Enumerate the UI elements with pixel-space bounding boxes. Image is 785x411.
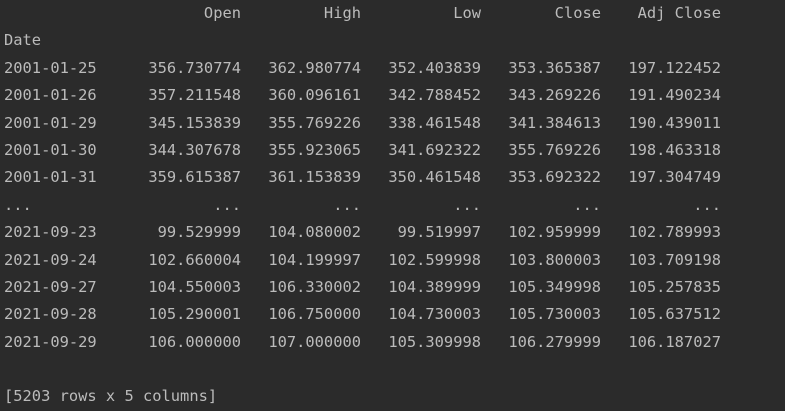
table-row: 2001-01-31 359.615387 361.153839 350.461548… bbox=[4, 164, 785, 191]
row-value: 355.923065 bbox=[268, 140, 361, 159]
row-date: 2001-01-29 bbox=[4, 113, 97, 132]
row-value: 105.309998 bbox=[388, 332, 481, 351]
row-value: 355.769226 bbox=[508, 140, 601, 159]
row-date: 2001-01-26 bbox=[4, 86, 97, 105]
row-value: 197.122452 bbox=[628, 58, 721, 77]
table-summary: [5203 rows x 5 columns] bbox=[4, 387, 218, 406]
row-value: 343.269226 bbox=[508, 86, 601, 105]
table-row: 2021-09-24 102.660004 104.199997 102.599998… bbox=[4, 247, 785, 274]
row-value: 103.800003 bbox=[508, 250, 601, 269]
row-value: 104.389999 bbox=[388, 277, 481, 296]
row-value: 102.599998 bbox=[388, 250, 481, 269]
row-value: 106.330002 bbox=[268, 277, 361, 296]
row-value: 352.403839 bbox=[388, 58, 481, 77]
row-date: 2021-09-28 bbox=[4, 305, 97, 324]
row-value: 106.279999 bbox=[508, 332, 601, 351]
table-row: 2021-09-29 106.000000 107.000000 105.309998… bbox=[4, 329, 785, 356]
table-row: .................. bbox=[4, 192, 785, 219]
row-value: 345.153839 bbox=[148, 113, 241, 132]
row-date: 2021-09-27 bbox=[4, 277, 97, 296]
row-value: 104.080002 bbox=[268, 223, 361, 242]
column-header-high: High bbox=[323, 4, 361, 22]
row-value: 105.637512 bbox=[628, 305, 721, 324]
row-date: 2001-01-31 bbox=[4, 168, 97, 187]
row-value: ... bbox=[693, 195, 721, 214]
row-value: 106.000000 bbox=[148, 332, 241, 351]
row-value: ... bbox=[333, 195, 361, 214]
row-value: 102.789993 bbox=[628, 223, 721, 242]
column-header-row: Open High Low Close Adj Close bbox=[4, 0, 785, 27]
row-value: 102.959999 bbox=[508, 223, 601, 242]
row-value: 344.307678 bbox=[148, 140, 241, 159]
row-value: 362.980774 bbox=[268, 58, 361, 77]
row-value: 342.788452 bbox=[388, 86, 481, 105]
row-value: ... bbox=[573, 195, 601, 214]
row-date: ... bbox=[4, 195, 32, 214]
column-header-open: Open bbox=[203, 4, 241, 22]
row-value: 341.692322 bbox=[388, 140, 481, 159]
table-row: 2001-01-29 345.153839 355.769226 338.461548… bbox=[4, 110, 785, 137]
row-value: 104.730003 bbox=[388, 305, 481, 324]
row-value: 103.709198 bbox=[628, 250, 721, 269]
table-row: 2001-01-30 344.307678 355.923065 341.692322… bbox=[4, 137, 785, 164]
row-value: 338.461548 bbox=[388, 113, 481, 132]
row-value: 102.660004 bbox=[148, 250, 241, 269]
row-value: 361.153839 bbox=[268, 168, 361, 187]
header-spacer bbox=[4, 0, 121, 27]
table-row: 2001-01-26 357.211548 360.096161 342.788452… bbox=[4, 82, 785, 109]
row-date: 2021-09-29 bbox=[4, 332, 97, 351]
row-value: 99.529999 bbox=[157, 223, 241, 242]
row-date: 2001-01-25 bbox=[4, 58, 97, 77]
console-output: Open High Low Close Adj Close Date 2001-… bbox=[4, 0, 785, 411]
row-value: 357.211548 bbox=[148, 86, 241, 105]
index-name: Date bbox=[4, 31, 42, 50]
row-value: 355.769226 bbox=[268, 113, 361, 132]
row-value: 353.365387 bbox=[508, 58, 601, 77]
row-value: 105.290001 bbox=[148, 305, 241, 324]
row-value: 104.550003 bbox=[148, 277, 241, 296]
table-row: 2021-09-28 105.290001 106.750000 104.730003… bbox=[4, 301, 785, 328]
row-value: 105.349998 bbox=[508, 277, 601, 296]
row-value: 356.730774 bbox=[148, 58, 241, 77]
row-value: 191.490234 bbox=[628, 86, 721, 105]
table-row: 2021-09-23 99.529999 104.080002 99.519997 10… bbox=[4, 219, 785, 246]
row-value: 198.463318 bbox=[628, 140, 721, 159]
column-header-close: Close bbox=[554, 4, 601, 22]
column-header-low: Low bbox=[453, 4, 481, 22]
table-row: 2021-09-27 104.550003 106.330002 104.389999… bbox=[4, 274, 785, 301]
row-value: ... bbox=[453, 195, 481, 214]
row-value: 107.000000 bbox=[268, 332, 361, 351]
row-value: 106.750000 bbox=[268, 305, 361, 324]
row-value: 105.257835 bbox=[628, 277, 721, 296]
row-value: 197.304749 bbox=[628, 168, 721, 187]
row-value: 104.199997 bbox=[268, 250, 361, 269]
row-value: 190.439011 bbox=[628, 113, 721, 132]
index-name-row: Date bbox=[4, 27, 785, 54]
column-header-adj-close: Adj Close bbox=[637, 4, 721, 22]
row-value: 341.384613 bbox=[508, 113, 601, 132]
row-date: 2001-01-30 bbox=[4, 140, 97, 159]
row-value: 353.692322 bbox=[508, 168, 601, 187]
row-value: ... bbox=[213, 195, 241, 214]
table-row: 2001-01-25 356.730774 362.980774 352.403839… bbox=[4, 55, 785, 82]
row-value: 99.519997 bbox=[397, 223, 481, 242]
row-date: 2021-09-23 bbox=[4, 223, 97, 242]
row-value: 360.096161 bbox=[268, 86, 361, 105]
row-value: 105.730003 bbox=[508, 305, 601, 324]
row-value: 106.187027 bbox=[628, 332, 721, 351]
row-value: 350.461548 bbox=[388, 168, 481, 187]
row-value: 359.615387 bbox=[148, 168, 241, 187]
row-date: 2021-09-24 bbox=[4, 250, 97, 269]
table-body: 2001-01-25 356.730774 362.980774 352.403839… bbox=[4, 55, 785, 356]
